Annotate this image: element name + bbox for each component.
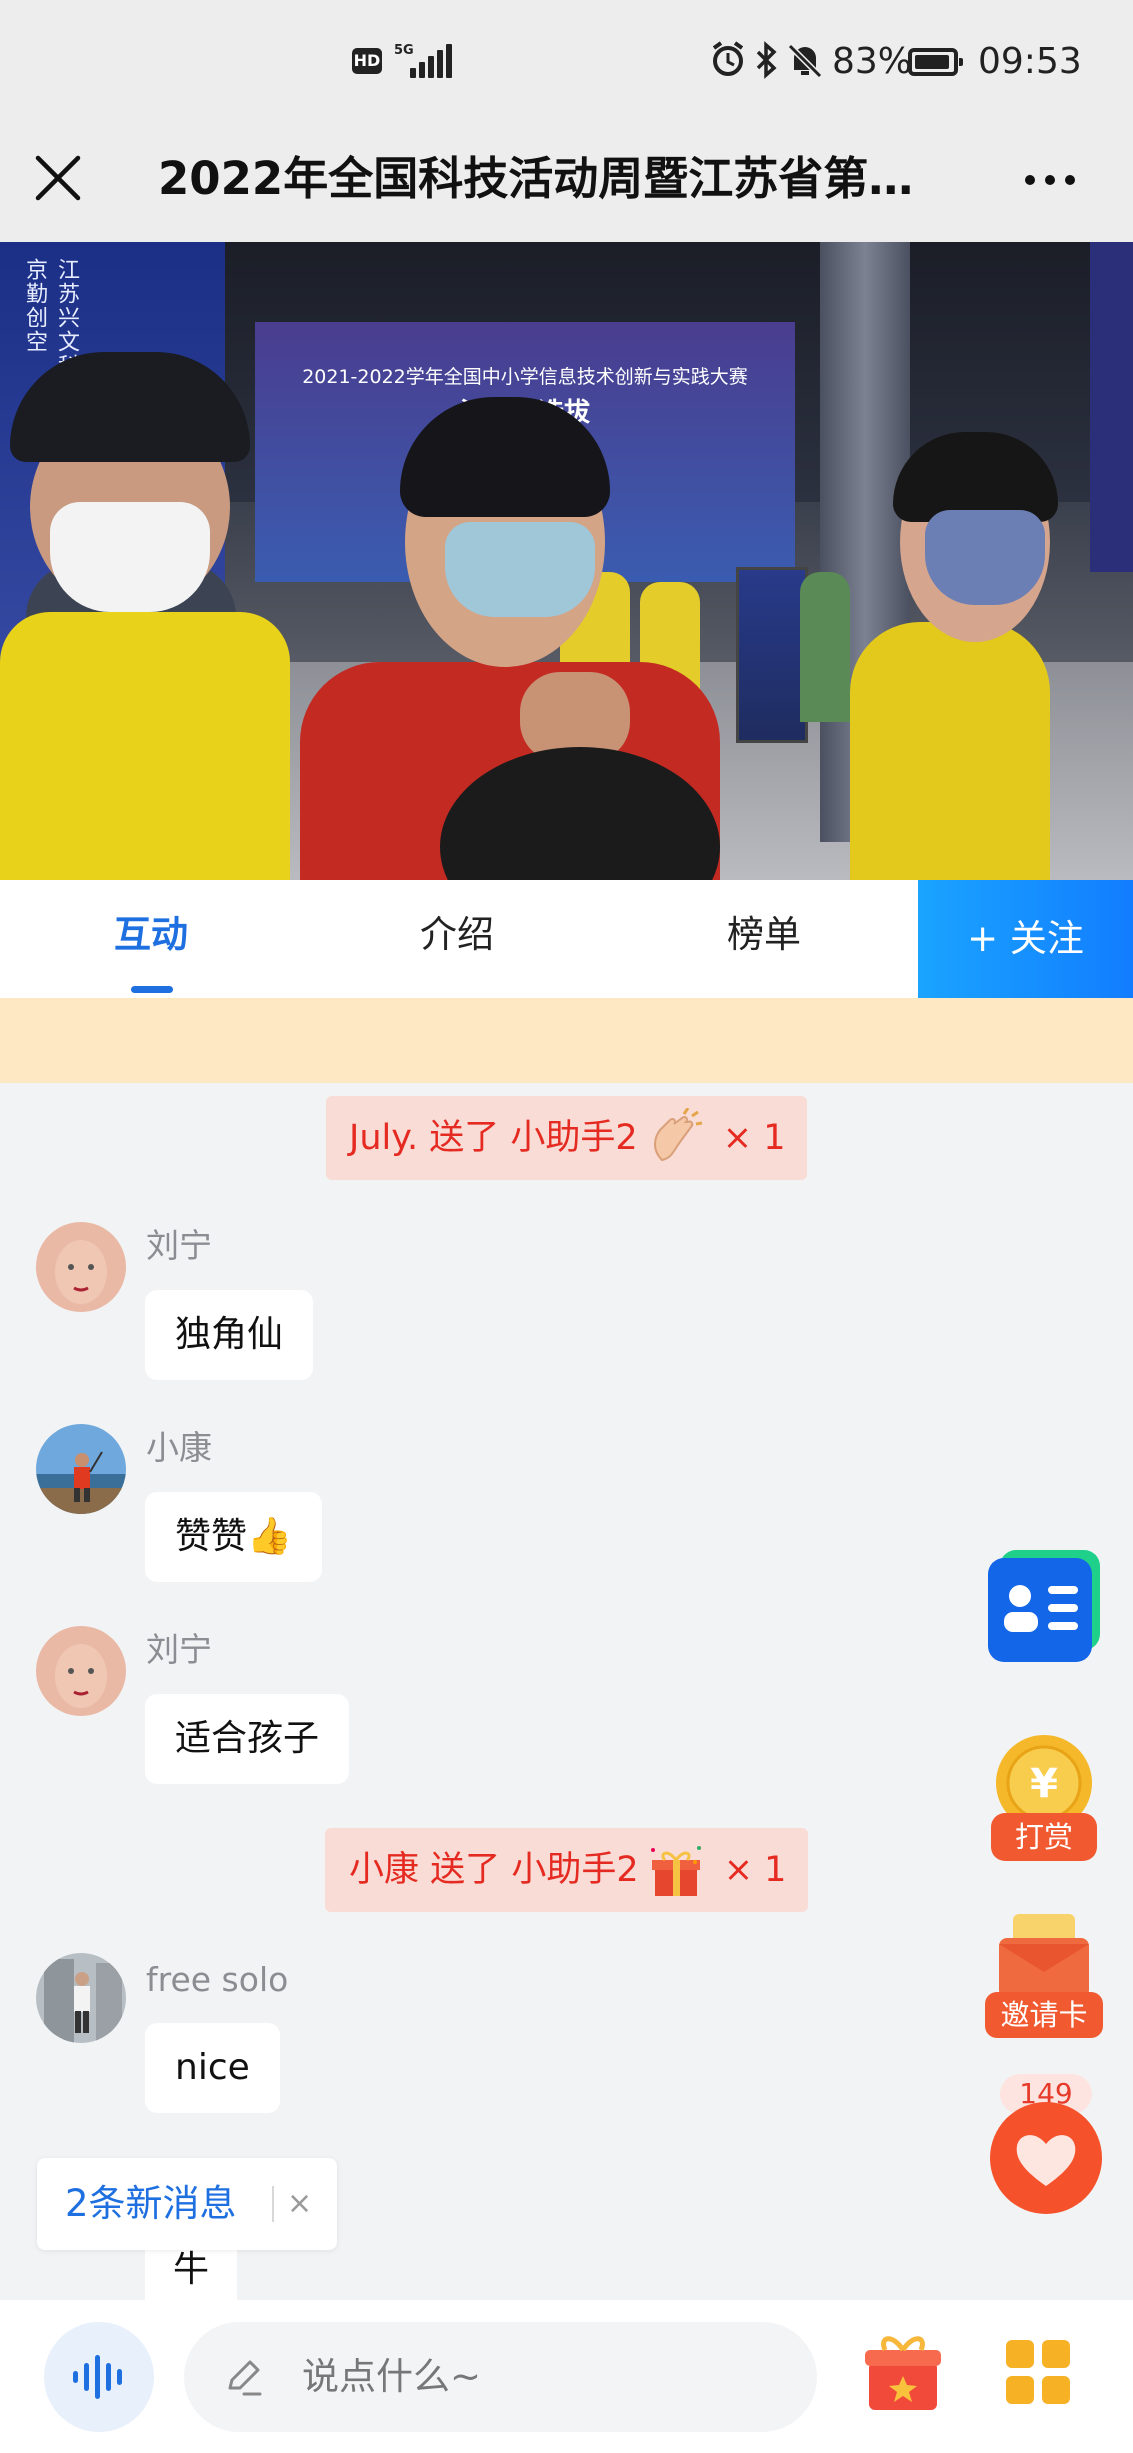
gift-count: × 1	[723, 1850, 787, 1890]
gift-sender: July.	[349, 1118, 419, 1158]
close-icon[interactable]: ×	[287, 2158, 312, 2250]
clapping-hands-icon	[644, 1107, 706, 1170]
comment-placeholder: 说点什么~	[302, 2355, 482, 2398]
status-icons	[710, 40, 825, 89]
chat-bubble: 赞赞👍	[145, 1492, 322, 1582]
gift-sender: 小康	[349, 1850, 420, 1890]
new-messages-pill[interactable]: 2条新消息 ×	[37, 2158, 337, 2250]
avatar[interactable]	[36, 1222, 126, 1312]
bottom-bar: 说点什么~	[0, 2300, 1133, 2453]
follow-button[interactable]: + 关注	[918, 880, 1133, 998]
invite-card-button[interactable]: 邀请卡	[985, 1912, 1103, 2038]
username: 刘宁	[146, 1226, 212, 1265]
page-title: 2022年全国科技活动周暨江苏省第…	[158, 152, 914, 205]
heart-icon	[990, 2102, 1102, 2214]
gift-box-icon	[645, 1840, 707, 1902]
battery-icon	[908, 48, 963, 76]
like-button[interactable]: 149	[983, 2074, 1109, 2214]
more-options-icon[interactable]	[1022, 158, 1078, 202]
alarm-bluetooth-mute-icon	[712, 41, 823, 79]
gift-message: 小康 送了 小助手2 × 1	[325, 1828, 808, 1912]
avatar[interactable]	[36, 1953, 126, 2043]
contact-card-icon[interactable]	[986, 1546, 1102, 1662]
active-tab-indicator	[131, 986, 173, 993]
tip-label[interactable]: 打赏	[991, 1813, 1097, 1861]
chat-bubble: 适合孩子	[145, 1694, 350, 1784]
pencil-icon	[222, 2356, 264, 2398]
new-messages-label[interactable]: 2条新消息	[65, 2158, 237, 2250]
tip-button[interactable]: ¥ 打赏	[991, 1733, 1097, 1863]
gift-name: 小助手2	[510, 1118, 638, 1158]
invite-label[interactable]: 邀请卡	[985, 1992, 1103, 2038]
battery-percent: 83%	[832, 41, 913, 82]
username: 小康	[146, 1428, 212, 1467]
avatar[interactable]	[36, 1626, 126, 1716]
status-bar: HD 5G 83% 09:53	[0, 0, 1133, 130]
comment-input[interactable]: 说点什么~	[184, 2322, 817, 2432]
username: free solo	[146, 1960, 289, 1999]
avatar[interactable]	[36, 1424, 126, 1514]
live-video[interactable]: 江苏兴文科 江苏潜创 江苏咸亨 南京以馨文 南京勤创空 2021-2022学年全…	[0, 242, 1133, 880]
tab-intro[interactable]: 介绍	[420, 910, 494, 960]
title-bar: 2022年全国科技活动周暨江苏省第…	[0, 130, 1133, 242]
voice-icon[interactable]	[44, 2322, 154, 2432]
close-icon[interactable]	[30, 150, 86, 206]
gift-name: 小助手2	[511, 1850, 639, 1890]
chat-bubble: nice	[145, 2023, 280, 2113]
username: 刘宁	[146, 1630, 212, 1669]
gift-count: × 1	[722, 1118, 786, 1158]
gift-icon[interactable]	[863, 2330, 943, 2414]
gift-message: July. 送了 小助手2 × 1	[326, 1096, 807, 1180]
display-screen	[736, 567, 808, 743]
hd-indicator: HD	[352, 48, 382, 74]
signal-icon	[410, 44, 452, 78]
clock: 09:53	[978, 41, 1082, 82]
tab-interact[interactable]: 互动	[114, 910, 188, 960]
notice-bar	[0, 998, 1133, 1083]
tab-ranking[interactable]: 榜单	[727, 910, 801, 960]
apps-grid-icon[interactable]	[1006, 2340, 1070, 2404]
chat-bubble: 独角仙	[145, 1290, 314, 1380]
